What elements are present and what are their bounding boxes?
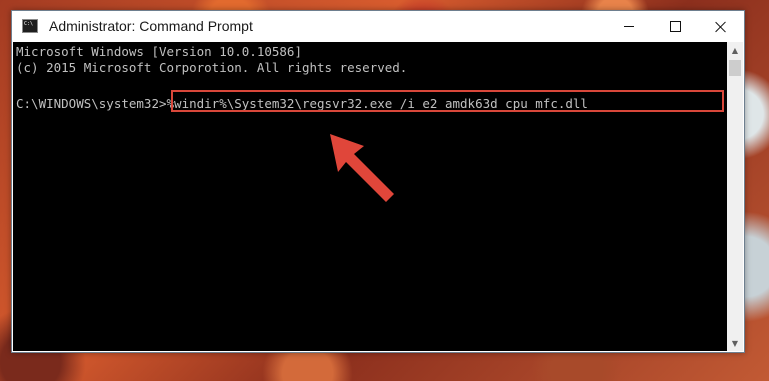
command-highlight-box: [171, 90, 724, 112]
red-arrow-icon: [330, 134, 394, 202]
maximize-icon: [669, 21, 681, 32]
title-bar[interactable]: Administrator: Command Prompt: [12, 11, 744, 42]
console-line-version: Microsoft Windows [Version 10.0.10586]: [16, 44, 302, 59]
close-icon: [715, 21, 727, 33]
scroll-down-icon[interactable]: ▼: [727, 335, 743, 351]
minimize-icon: [624, 26, 634, 27]
cmd-icon[interactable]: [22, 19, 38, 33]
console-output[interactable]: Microsoft Windows [Version 10.0.10586] (…: [13, 42, 727, 351]
command-prompt-window[interactable]: Administrator: Command Prompt Microsoft …: [11, 10, 745, 353]
minimize-button[interactable]: [606, 11, 652, 42]
vertical-scrollbar[interactable]: ▲ ▼: [727, 42, 743, 351]
console-prompt: C:\WINDOWS\system32>: [16, 96, 167, 111]
window-title: Administrator: Command Prompt: [49, 18, 253, 34]
scroll-thumb[interactable]: [729, 60, 741, 76]
console-line-copyright: (c) 2015 Microsoft Corporotion. All righ…: [16, 60, 408, 75]
maximize-button[interactable]: [652, 11, 698, 42]
close-button[interactable]: [698, 11, 744, 42]
scroll-up-icon[interactable]: ▲: [727, 42, 743, 58]
